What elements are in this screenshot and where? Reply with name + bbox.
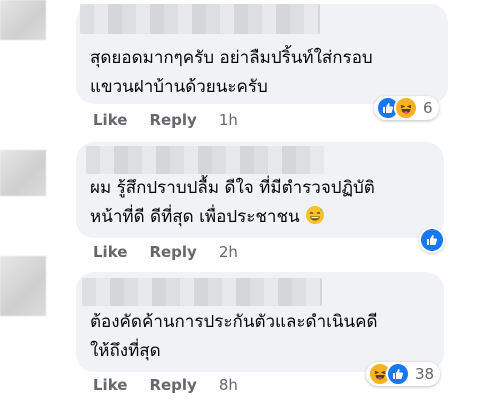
sweat-smile-emoji (305, 205, 325, 235)
like-link[interactable]: Like (93, 376, 127, 394)
timestamp[interactable]: 2h (219, 243, 238, 261)
comment-text-line: สุดยอดมากๆครับ อย่าลืมปริ้นท์ใส่กรอบ (90, 48, 373, 68)
like-link[interactable]: Like (93, 243, 127, 261)
commenter-name-blurred[interactable] (82, 278, 322, 306)
reaction-count: 38 (415, 365, 435, 383)
commenter-name-blurred[interactable] (86, 146, 324, 174)
comment-actions: Like Reply 8h (93, 376, 238, 394)
comment-bubble: ผม รู้สึกปราบปลื้ม ดีใจ ที่มีตำรวจปฏิบัต… (76, 142, 444, 238)
comment-text-line: หน้าที่ดี ดีที่สุด เพื่อประชาชน (90, 203, 434, 235)
comment-text: สุดยอดมากๆครับ อย่าลืมปริ้นท์ใส่กรอบ แขว… (90, 44, 438, 102)
reaction-count: 6 (423, 99, 433, 117)
comment-text-line: ผม รู้สึกปราบปลื้ม ดีใจ ที่มีตำรวจปฏิบัต… (90, 178, 375, 198)
comment-text-line: ต้องคัดค้านการประกันตัวและดำเนินคดี (90, 312, 378, 332)
timestamp[interactable]: 1h (219, 111, 238, 129)
avatar[interactable] (0, 256, 46, 316)
like-link[interactable]: Like (93, 111, 127, 129)
comment-actions: Like Reply 2h (93, 243, 238, 261)
haha-icon (394, 96, 418, 120)
avatar[interactable] (0, 0, 46, 40)
reply-link[interactable]: Reply (149, 376, 196, 394)
comment-text-segment: หน้าที่ดี ดีที่สุด เพื่อประชาชน (90, 207, 300, 227)
comment-text: ต้องคัดค้านการประกันตัวและดำเนินคดี ให้ถ… (90, 308, 434, 366)
comment-bubble: ต้องคัดค้านการประกันตัวและดำเนินคดี ให้ถ… (76, 272, 444, 372)
reactions-summary[interactable]: 6 (374, 96, 439, 120)
reactions-summary[interactable]: 38 (366, 362, 441, 386)
avatar[interactable] (0, 150, 46, 196)
comment-text: ผม รู้สึกปราบปลื้ม ดีใจ ที่มีตำรวจปฏิบัต… (90, 174, 434, 235)
like-icon (386, 362, 410, 386)
reply-link[interactable]: Reply (149, 243, 196, 261)
like-reaction-badge[interactable] (421, 229, 443, 251)
comment-bubble: สุดยอดมากๆครับ อย่าลืมปริ้นท์ใส่กรอบ แขว… (76, 4, 448, 104)
reply-link[interactable]: Reply (149, 111, 196, 129)
timestamp[interactable]: 8h (219, 376, 238, 394)
comment-actions: Like Reply 1h (93, 111, 238, 129)
commenter-name-blurred[interactable] (80, 4, 320, 34)
